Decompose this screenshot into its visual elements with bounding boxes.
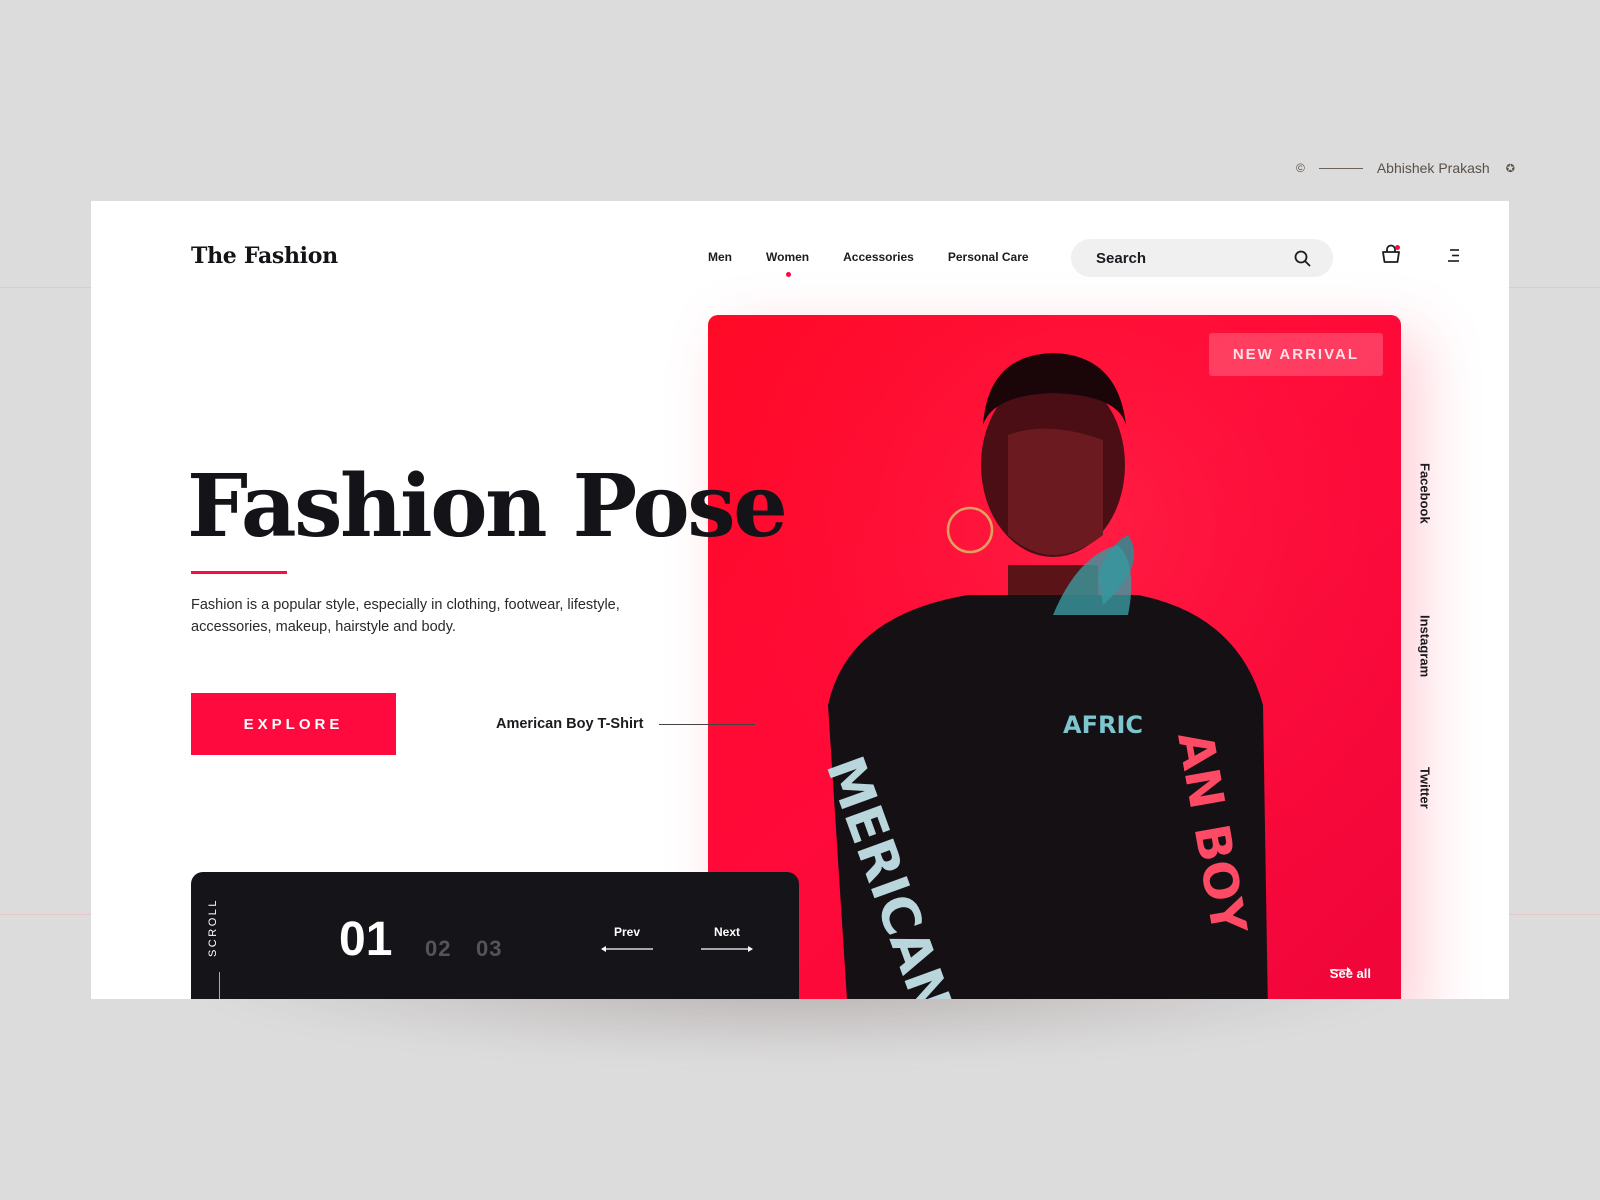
nav-label: Women: [766, 250, 810, 264]
arrow-left-icon: [601, 946, 653, 952]
social-label: Facebook: [1417, 463, 1433, 524]
search-input[interactable]: [1096, 249, 1276, 267]
explore-button[interactable]: EXPLORE: [191, 693, 396, 755]
nav-item-men[interactable]: Men: [708, 250, 732, 264]
slide-number-03[interactable]: 03: [476, 936, 502, 962]
accent-underline: [191, 571, 287, 574]
arrow-right-icon: [701, 946, 753, 952]
nav-item-women[interactable]: Women: [766, 250, 810, 277]
website-page: The Fashion Men Women Accessories Person…: [91, 201, 1509, 999]
product-link-line: [659, 723, 756, 725]
hero-description: Fashion is a popular style, especially i…: [191, 597, 620, 635]
model-illustration: AFRIC MERICAN BOY AN BOY: [708, 315, 1401, 999]
hero-photo: AFRIC MERICAN BOY AN BOY NEW ARRIVAL See…: [708, 315, 1401, 999]
logo[interactable]: The Fashion: [191, 243, 338, 269]
main-nav: Men Women Accessories Personal Care: [708, 250, 1063, 277]
nav-item-accessories[interactable]: Accessories: [843, 250, 914, 264]
search-bar: [1071, 239, 1333, 277]
prev-label: Prev: [613, 925, 641, 939]
product-link[interactable]: American Boy T-Shirt: [496, 716, 756, 732]
slide-number-02[interactable]: 02: [425, 936, 451, 962]
slide-number-current[interactable]: 01: [339, 912, 392, 967]
new-arrival-badge: NEW ARRIVAL: [1208, 333, 1383, 376]
slider-panel: SCROLL 01 02 03 Prev Next: [191, 872, 799, 999]
nav-label: Men: [708, 250, 732, 264]
active-indicator: [785, 272, 791, 277]
nav-item-personal-care[interactable]: Personal Care: [948, 250, 1029, 264]
copyright-icon: ©: [1296, 161, 1305, 175]
social-instagram[interactable]: Instagram: [1401, 615, 1449, 677]
dribbble-icon: ✪: [1505, 162, 1515, 175]
nav-label: Personal Care: [947, 250, 1029, 264]
credit-divider: [1318, 167, 1363, 169]
notification-dot: [1395, 245, 1400, 250]
menu-button[interactable]: [1445, 248, 1463, 264]
scroll-label: SCROLL: [207, 898, 219, 958]
shirt-text-chest: AFRIC: [1063, 711, 1143, 739]
social-label: Instagram: [1417, 615, 1433, 678]
product-name: American Boy T-Shirt: [496, 716, 644, 732]
nav-label: Accessories: [843, 250, 914, 264]
hero-title: Fashion Pose: [187, 456, 788, 557]
social-facebook[interactable]: Facebook: [1401, 463, 1449, 524]
author-credit: © Abhishek Prakash ✪: [1296, 160, 1515, 176]
cart-button[interactable]: [1380, 244, 1402, 266]
social-twitter[interactable]: Twitter: [1401, 767, 1449, 809]
arrow-right-icon: [1329, 967, 1351, 973]
scroll-indicator[interactable]: [219, 972, 220, 999]
shopping-bag-icon: [1382, 244, 1400, 263]
hamburger-menu-icon: [1448, 249, 1459, 262]
prev-button[interactable]: Prev: [601, 925, 653, 953]
social-label: Twitter: [1417, 767, 1433, 809]
see-all-link[interactable]: See all: [1329, 966, 1371, 981]
next-label: Next: [713, 925, 740, 939]
next-button[interactable]: Next: [701, 925, 753, 953]
search-icon[interactable]: [1294, 250, 1311, 267]
author-name[interactable]: Abhishek Prakash: [1377, 160, 1490, 176]
